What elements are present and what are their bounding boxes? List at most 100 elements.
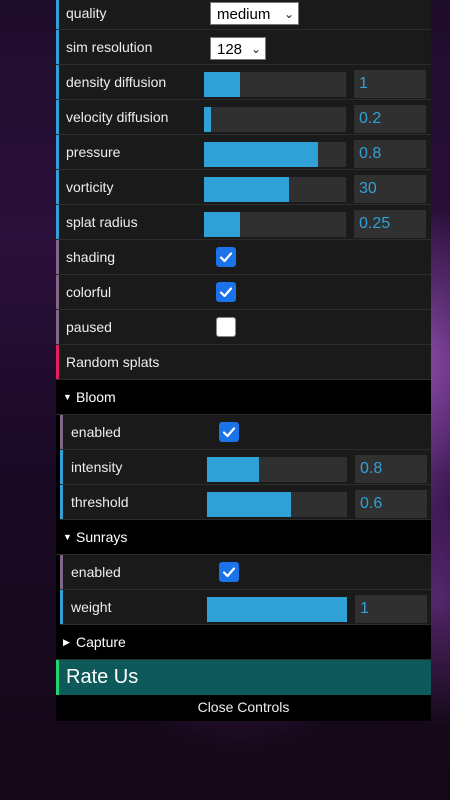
slider-fill — [207, 457, 259, 482]
density-diffusion-input[interactable]: 1 — [354, 70, 426, 98]
row-indicator — [56, 275, 59, 309]
row-indicator — [56, 30, 59, 64]
triangle-down-icon: ▼ — [63, 392, 72, 402]
splat-radius-slider[interactable] — [204, 212, 346, 237]
sim-resolution-select[interactable]: 128 ⌄ — [210, 37, 266, 60]
vorticity-input[interactable]: 30 — [354, 175, 426, 203]
bloom-threshold-label: threshold — [71, 494, 129, 510]
quality-select[interactable]: medium ⌄ — [210, 2, 299, 25]
capture-folder-header[interactable]: ▶ Capture — [56, 625, 431, 660]
splat-radius-control: splat radius 0.25 — [56, 205, 431, 240]
chevron-down-icon: ⌄ — [283, 7, 294, 21]
bloom-enabled-label: enabled — [71, 424, 121, 440]
splat-radius-label: splat radius — [66, 214, 138, 230]
triangle-right-icon: ▶ — [63, 637, 70, 647]
close-controls-button[interactable]: Close Controls — [56, 695, 431, 721]
sunrays-enabled-checkbox[interactable] — [219, 562, 239, 582]
row-indicator — [60, 590, 63, 624]
slider-fill — [204, 177, 290, 202]
sunrays-weight-slider[interactable] — [207, 597, 347, 622]
bloom-enabled-checkbox[interactable] — [219, 422, 239, 442]
bloom-folder-header[interactable]: ▼ Bloom — [56, 380, 431, 415]
colorful-checkbox[interactable] — [216, 282, 236, 302]
sunrays-enabled-control: enabled — [60, 555, 431, 590]
sim-resolution-value: 128 — [217, 41, 243, 58]
sunrays-folder-label: Sunrays — [76, 529, 128, 545]
shading-control: shading — [56, 240, 431, 275]
paused-control: paused — [56, 310, 431, 345]
vorticity-label: vorticity — [66, 179, 114, 195]
row-indicator — [56, 135, 59, 169]
capture-folder-label: Capture — [76, 634, 126, 650]
slider-fill — [204, 212, 240, 237]
velocity-diffusion-input[interactable]: 0.2 — [354, 105, 426, 133]
row-indicator — [56, 205, 59, 239]
row-indicator — [56, 660, 59, 695]
quality-value: medium — [217, 6, 271, 23]
pressure-control: pressure 0.8 — [56, 135, 431, 170]
sunrays-weight-control: weight 1 — [60, 590, 431, 625]
splat-radius-input[interactable]: 0.25 — [354, 210, 426, 238]
pressure-slider[interactable] — [204, 142, 346, 167]
row-indicator — [56, 0, 59, 29]
checkmark-icon — [219, 252, 233, 263]
density-diffusion-slider[interactable] — [204, 72, 346, 97]
density-diffusion-label: density diffusion — [66, 74, 167, 90]
sunrays-folder-header[interactable]: ▼ Sunrays — [56, 520, 431, 555]
sim-resolution-label: sim resolution — [66, 39, 153, 55]
row-indicator — [56, 240, 59, 274]
checkmark-icon — [222, 567, 236, 578]
pressure-input[interactable]: 0.8 — [354, 140, 426, 168]
chevron-down-icon: ⌄ — [250, 42, 261, 56]
row-indicator — [56, 345, 59, 379]
colorful-label: colorful — [66, 284, 112, 300]
triangle-down-icon: ▼ — [63, 532, 72, 542]
bloom-intensity-control: intensity 0.8 — [60, 450, 431, 485]
shading-checkbox[interactable] — [216, 247, 236, 267]
row-indicator — [56, 65, 59, 99]
slider-fill — [204, 107, 212, 132]
density-diffusion-control: density diffusion 1 — [56, 65, 431, 100]
vorticity-slider[interactable] — [204, 177, 346, 202]
sunrays-enabled-label: enabled — [71, 564, 121, 580]
random-splats-label: Random splats — [66, 354, 160, 370]
random-splats-button[interactable]: Random splats — [56, 345, 431, 380]
row-indicator — [56, 100, 59, 134]
rate-us-button[interactable]: Rate Us — [56, 660, 431, 695]
velocity-diffusion-label: velocity diffusion — [66, 109, 169, 125]
shading-label: shading — [66, 249, 116, 265]
row-indicator — [60, 415, 63, 449]
bloom-folder-label: Bloom — [76, 389, 116, 405]
sunrays-weight-label: weight — [71, 599, 112, 615]
rate-us-label: Rate Us — [66, 666, 139, 688]
row-indicator — [60, 450, 63, 484]
sim-resolution-control: sim resolution 128 ⌄ — [56, 30, 431, 65]
quality-control: quality medium ⌄ — [56, 0, 431, 30]
slider-fill — [207, 597, 347, 622]
checkmark-icon — [222, 427, 236, 438]
bloom-intensity-input[interactable]: 0.8 — [355, 455, 427, 483]
bloom-intensity-slider[interactable] — [207, 457, 347, 482]
sunrays-weight-input[interactable]: 1 — [355, 595, 427, 623]
paused-label: paused — [66, 319, 112, 335]
checkmark-icon — [219, 287, 233, 298]
velocity-diffusion-slider[interactable] — [204, 107, 346, 132]
row-indicator — [60, 485, 63, 519]
controls-panel: quality medium ⌄ sim resolution 128 ⌄ de… — [56, 0, 431, 721]
bloom-threshold-input[interactable]: 0.6 — [355, 490, 427, 518]
colorful-control: colorful — [56, 275, 431, 310]
row-indicator — [56, 170, 59, 204]
slider-fill — [207, 492, 291, 517]
quality-label: quality — [66, 5, 107, 21]
vorticity-control: vorticity 30 — [56, 170, 431, 205]
bloom-enabled-control: enabled — [60, 415, 431, 450]
pressure-label: pressure — [66, 144, 121, 160]
slider-fill — [204, 72, 240, 97]
bloom-intensity-label: intensity — [71, 459, 123, 475]
bloom-threshold-control: threshold 0.6 — [60, 485, 431, 520]
bloom-threshold-slider[interactable] — [207, 492, 347, 517]
paused-checkbox[interactable] — [216, 317, 236, 337]
row-indicator — [56, 310, 59, 344]
slider-fill — [204, 142, 318, 167]
velocity-diffusion-control: velocity diffusion 0.2 — [56, 100, 431, 135]
